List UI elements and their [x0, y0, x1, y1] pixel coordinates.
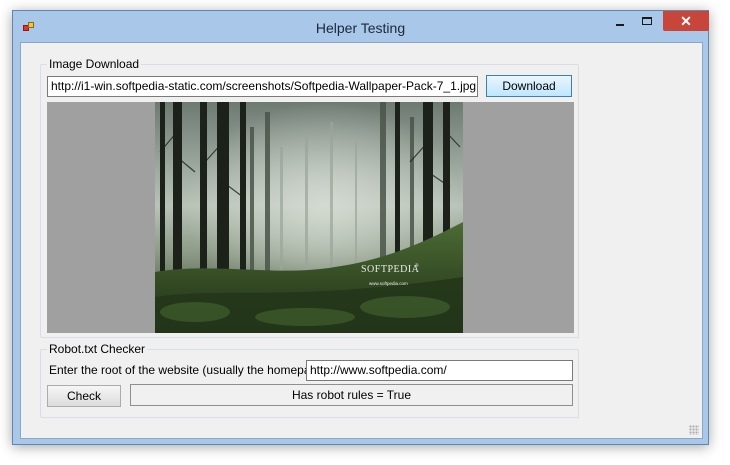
watermark-registered-mark: ®	[415, 263, 419, 269]
forest-wallpaper-image: SOFTPEDIA ® www.softpedia.com	[155, 102, 463, 333]
watermark-text: SOFTPEDIA	[361, 264, 420, 275]
website-root-label: Enter the root of the website (usually t…	[49, 363, 332, 377]
image-url-input[interactable]: http://i1-win.softpedia-static.com/scree…	[47, 76, 478, 97]
robot-checker-group-label: Robot.txt Checker	[47, 342, 148, 356]
image-download-group-label: Image Download	[47, 57, 142, 71]
minimize-button[interactable]	[610, 11, 630, 31]
check-button[interactable]: Check	[47, 385, 121, 407]
close-button[interactable]: ✕	[663, 11, 709, 31]
robot-result-box: Has robot rules = True	[130, 384, 573, 406]
window-title: Helper Testing	[315, 20, 406, 36]
maximize-icon	[642, 17, 652, 25]
client-area: Image Download http://i1-win.softpedia-s…	[20, 42, 703, 439]
image-download-group: Image Download http://i1-win.softpedia-s…	[40, 57, 579, 338]
minimize-icon	[616, 24, 624, 26]
robot-checker-group: Robot.txt Checker Enter the root of the …	[40, 342, 579, 418]
main-window: Helper Testing ✕ Image Download http://i…	[12, 10, 709, 445]
website-root-input[interactable]: http://www.softpedia.com/	[306, 360, 573, 381]
maximize-button[interactable]	[636, 11, 658, 31]
download-button[interactable]: Download	[486, 75, 572, 97]
title-bar[interactable]: Helper Testing ✕	[13, 11, 709, 41]
watermark-url: www.softpedia.com	[369, 281, 408, 286]
close-icon: ✕	[680, 13, 692, 29]
image-preview: SOFTPEDIA ® www.softpedia.com	[47, 102, 574, 333]
resize-grip-icon[interactable]	[689, 425, 699, 435]
